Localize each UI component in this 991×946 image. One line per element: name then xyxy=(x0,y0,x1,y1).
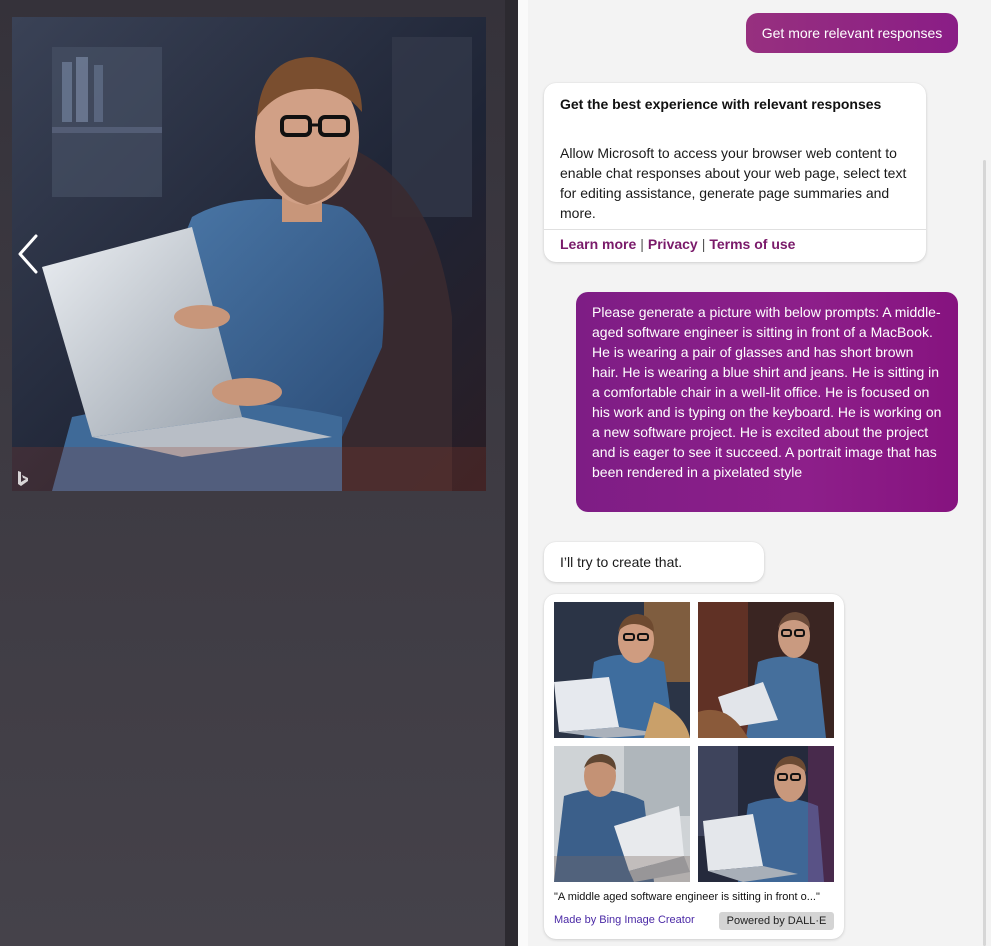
engineer-thumbnail-image xyxy=(698,602,834,738)
engineer-portrait-image xyxy=(12,17,486,491)
terms-of-use-link[interactable]: Terms of use xyxy=(709,236,795,252)
generated-image-thumbnail[interactable] xyxy=(554,746,690,882)
info-card-title: Get the best experience with relevant re… xyxy=(560,96,882,112)
enlarged-generated-image[interactable] xyxy=(12,17,486,491)
chevron-left-icon xyxy=(18,234,38,274)
powered-by-dalle-badge: Powered by DALL·E xyxy=(719,912,834,930)
image-prompt-caption: "A middle aged software engineer is sitt… xyxy=(554,891,820,903)
generated-image-thumbnail[interactable] xyxy=(554,602,690,738)
bot-message-bubble: I’ll try to create that. xyxy=(544,542,764,582)
learn-more-link[interactable]: Learn more xyxy=(560,236,636,252)
engineer-thumbnail-image xyxy=(554,746,690,882)
engineer-thumbnail-image xyxy=(698,746,834,882)
link-separator: | xyxy=(701,236,706,252)
generated-image-thumbnail[interactable] xyxy=(698,602,834,738)
chat-scrollbar[interactable] xyxy=(983,160,986,946)
bing-logo-icon xyxy=(16,470,30,488)
image-viewer xyxy=(0,0,518,946)
panel-divider[interactable] xyxy=(505,0,518,946)
generated-image-thumbnail[interactable] xyxy=(698,746,834,882)
bot-message-text: I’ll try to create that. xyxy=(560,554,683,570)
engineer-thumbnail-image xyxy=(554,602,690,738)
previous-image-button[interactable] xyxy=(14,232,44,276)
privacy-link[interactable]: Privacy xyxy=(648,236,698,252)
relevant-responses-info-card: Get the best experience with relevant re… xyxy=(544,83,926,262)
divider xyxy=(544,229,926,230)
link-separator: | xyxy=(640,236,644,252)
user-message-bubble: Please generate a picture with below pro… xyxy=(576,292,958,512)
info-card-links: Learn more | Privacy | Terms of use xyxy=(560,236,795,252)
generated-images-card: "A middle aged software engineer is sitt… xyxy=(544,594,844,939)
get-relevant-responses-button[interactable]: Get more relevant responses xyxy=(746,13,958,53)
bing-image-creator-link[interactable]: Made by Bing Image Creator xyxy=(554,914,695,926)
info-card-body: Allow Microsoft to access your browser w… xyxy=(560,145,907,221)
